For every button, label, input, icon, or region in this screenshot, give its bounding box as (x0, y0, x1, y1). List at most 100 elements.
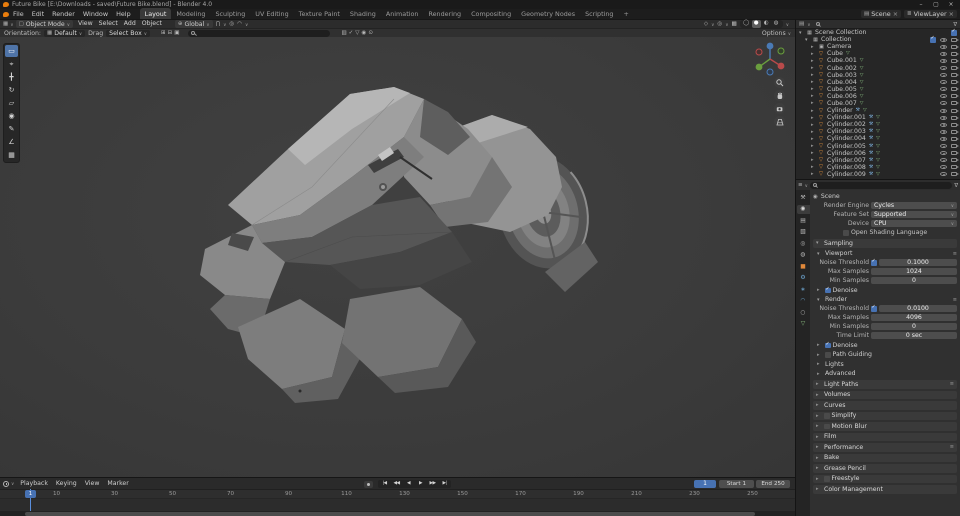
outliner-filter-icon[interactable] (953, 21, 957, 28)
viewport-search-input[interactable] (188, 29, 331, 37)
shading-mode-button[interactable] (742, 20, 751, 28)
render-visibility-icon[interactable] (951, 58, 959, 63)
workspace-tab[interactable]: Animation (381, 8, 424, 19)
tool-button[interactable] (5, 71, 18, 83)
pivot-point-icon[interactable]: ◉ (362, 30, 367, 36)
properties-search-input[interactable] (809, 181, 953, 189)
properties-tab[interactable]: ∗ (797, 285, 810, 294)
menu-item[interactable]: File (9, 9, 28, 19)
properties-tab[interactable]: ▽ (797, 320, 810, 329)
properties-tab[interactable]: ⚒ (797, 193, 810, 202)
viewlayer-selector[interactable]: ViewLayer (904, 10, 957, 18)
mirror-x-icon[interactable]: ⊞ (161, 30, 166, 36)
render-visibility-icon[interactable] (951, 144, 959, 149)
workspace-tab[interactable]: Geometry Nodes (516, 8, 580, 19)
timeline-track[interactable] (0, 498, 795, 511)
render-visibility-icon[interactable] (951, 37, 959, 42)
hide-eye-icon[interactable] (940, 58, 947, 63)
r-noise-threshold-checkbox[interactable] (871, 304, 877, 312)
playback-button[interactable] (415, 480, 426, 488)
outliner-item[interactable]: Cylinder.002 (796, 121, 960, 128)
section-header[interactable]: Curves (813, 401, 957, 410)
section-header[interactable]: Light Paths (813, 380, 957, 389)
properties-editor-icon[interactable]: ≡ (798, 182, 803, 188)
render-visibility-icon[interactable] (951, 94, 959, 99)
render-visibility-icon[interactable] (951, 108, 959, 113)
section-header[interactable]: Freestyle (813, 474, 957, 483)
r-denoise-subpanel[interactable]: Denoise (813, 341, 957, 350)
properties-tab[interactable]: ◉ (796, 204, 810, 214)
tool-button[interactable] (5, 149, 18, 161)
hide-eye-icon[interactable] (940, 37, 947, 42)
render-visibility-icon[interactable] (951, 158, 959, 163)
navigation-gizmo[interactable] (751, 40, 789, 78)
hide-eye-icon[interactable] (940, 108, 947, 113)
frame-start-field[interactable]: Start 1 (719, 479, 754, 488)
sampling-section-header[interactable]: Sampling (813, 239, 957, 248)
workspace-tab[interactable]: Sculpting (210, 8, 250, 19)
expand-caret-icon[interactable] (811, 58, 817, 64)
subpanel-header[interactable]: Path Guiding (813, 351, 957, 360)
shading-caret-icon[interactable] (786, 21, 789, 28)
hide-eye-icon[interactable] (940, 151, 947, 156)
section-checkbox[interactable] (824, 476, 830, 482)
hide-eye-icon[interactable] (940, 66, 947, 71)
preset-icon[interactable] (953, 251, 957, 257)
perspective-toggle-icon[interactable] (774, 116, 785, 127)
hide-eye-icon[interactable] (940, 122, 947, 127)
show-overlays-icon[interactable]: ◎ (717, 21, 722, 27)
osl-checkbox[interactable] (843, 229, 849, 236)
hide-eye-icon[interactable] (940, 101, 947, 106)
tool-button[interactable] (5, 110, 18, 122)
properties-tab[interactable]: ◎ (797, 239, 810, 248)
editor-type-caret-icon[interactable] (10, 21, 13, 28)
hide-eye-icon[interactable] (940, 129, 947, 134)
preset-icon[interactable] (953, 297, 957, 303)
feature-set-dropdown[interactable]: Supported (871, 210, 957, 219)
section-header[interactable]: Film (813, 432, 957, 441)
snap-enable-icon[interactable]: ✓ (349, 30, 354, 36)
auto-keying-icon[interactable] (364, 480, 373, 488)
vp-denoise-subpanel[interactable]: Denoise (813, 286, 957, 295)
properties-tab[interactable]: ⚙ (797, 274, 810, 283)
render-visibility-icon[interactable] (951, 51, 959, 56)
properties-tab[interactable]: ■ (797, 262, 810, 271)
timeline-ruler[interactable]: 10 30 50 70 90 110 130 150 170 190 210 230 250 (0, 489, 795, 498)
workspace-tab[interactable]: Compositing (466, 8, 516, 19)
shading-mode-button[interactable] (762, 20, 771, 28)
timeline-editor-icon[interactable] (3, 480, 9, 487)
hide-eye-icon[interactable] (940, 136, 947, 141)
timeline-editor-caret-icon[interactable] (11, 480, 14, 487)
menu-item[interactable]: Edit (28, 9, 48, 19)
render-visibility-icon[interactable] (951, 44, 959, 49)
properties-tab[interactable]: ▧ (797, 228, 810, 237)
render-subpanel-header[interactable]: Render (813, 296, 957, 305)
close-button[interactable] (945, 0, 957, 9)
hide-eye-icon[interactable] (940, 144, 947, 149)
outliner-item[interactable]: Cube.001 (796, 57, 960, 64)
outliner-search-icon[interactable] (815, 22, 820, 26)
hide-eye-icon[interactable] (940, 158, 947, 163)
menu-item[interactable]: Render (48, 9, 79, 19)
section-header[interactable]: Color Management (813, 485, 957, 494)
render-visibility-icon[interactable] (951, 122, 959, 127)
expand-caret-icon[interactable] (811, 93, 817, 99)
render-engine-dropdown[interactable]: Cycles (871, 201, 957, 210)
outliner-item[interactable]: Cylinder.009 (796, 171, 960, 178)
mirror-y-icon[interactable]: ⊟ (168, 30, 173, 36)
preset-icon[interactable] (950, 381, 954, 387)
r-denoise-checkbox[interactable] (825, 341, 831, 348)
playback-button[interactable] (427, 480, 438, 488)
render-visibility-icon[interactable] (951, 136, 959, 141)
outliner-item[interactable]: Cube.002 (796, 64, 960, 72)
expand-caret-icon[interactable] (811, 115, 817, 121)
render-visibility-icon[interactable] (951, 87, 959, 92)
outliner-item[interactable]: Cylinder (796, 107, 960, 114)
falloff-caret-icon[interactable] (245, 21, 248, 28)
bike-model[interactable] (0, 37, 795, 477)
tool-button[interactable] (5, 58, 18, 70)
scene-selector[interactable]: Scene (861, 10, 902, 18)
section-header[interactable]: Grease Pencil (813, 464, 957, 473)
expand-caret-icon[interactable] (805, 37, 811, 43)
workspace-tab[interactable]: Rendering (423, 8, 466, 19)
